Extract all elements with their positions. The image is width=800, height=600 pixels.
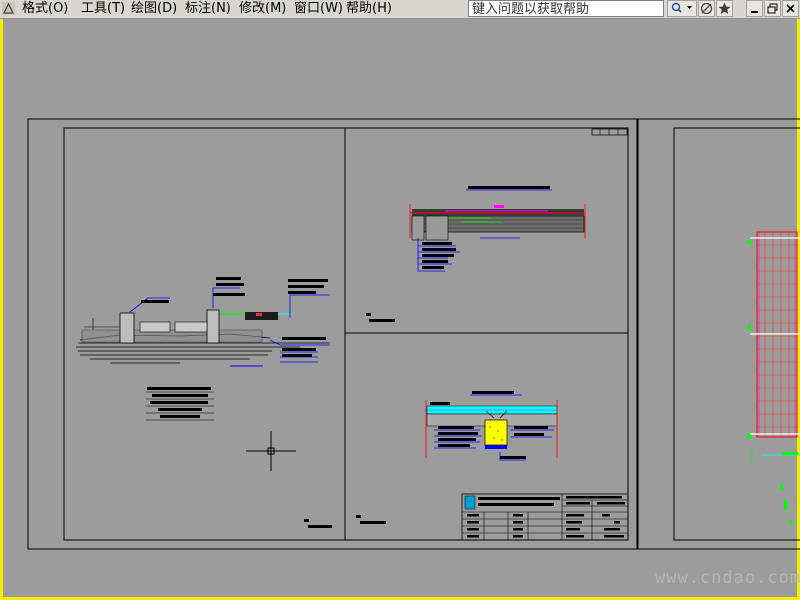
close-icon (786, 4, 795, 13)
menu-format[interactable]: 格式(O) (22, 0, 68, 18)
crosshair-cursor-icon (246, 431, 296, 471)
search-dropdown-button[interactable] (667, 0, 697, 17)
watermark-text: www.cndao.com (655, 568, 800, 588)
title-block (461, 493, 629, 541)
top-right-note (366, 313, 395, 322)
favorites-button[interactable] (716, 0, 733, 17)
curb-cross-section-detail (76, 277, 330, 421)
favorites-star-icon (718, 2, 731, 14)
minimize-button[interactable] (746, 0, 763, 17)
minimize-icon (751, 11, 758, 13)
restore-button[interactable] (764, 0, 781, 17)
pavement-section-detail (409, 186, 586, 272)
communication-center-icon (700, 2, 713, 15)
help-search-input[interactable]: 键入问题以获取帮助 (468, 0, 664, 17)
close-button[interactable] (782, 0, 799, 17)
search-dropdown-icon (671, 2, 692, 13)
communication-center-button[interactable] (698, 0, 715, 17)
restore-icon (767, 3, 778, 14)
rebar-grid-detail (746, 231, 800, 524)
menu-dimension[interactable]: 标注(N) (185, 0, 231, 18)
menu-draw[interactable]: 绘图(D) (131, 0, 177, 18)
drainage-section-detail (425, 391, 558, 461)
autocad-app-icon[interactable] (2, 2, 15, 15)
menu-window[interactable]: 窗口(W) (294, 0, 343, 18)
menu-tools[interactable]: 工具(T) (81, 0, 125, 18)
drawing-canvas[interactable] (0, 19, 800, 600)
menu-bar: 格式(O) 工具(T) 绘图(D) 标注(N) 修改(M) 窗口(W) 帮助(H… (0, 0, 800, 19)
left-legend-table (146, 387, 214, 421)
sheet-number-tag (591, 128, 628, 136)
menu-help[interactable]: 帮助(H) (346, 0, 392, 18)
menu-modify[interactable]: 修改(M) (239, 0, 286, 18)
